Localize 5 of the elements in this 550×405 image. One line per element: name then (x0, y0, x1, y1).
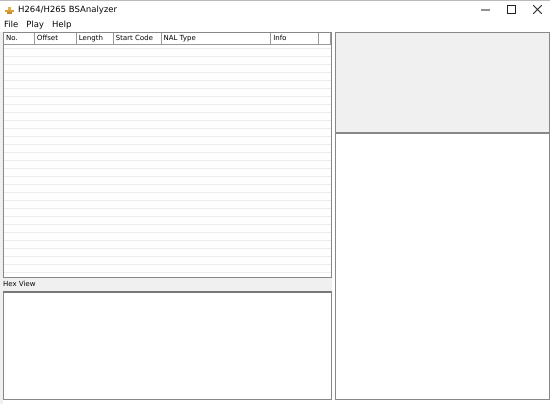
menu-item[interactable]: File (0, 20, 22, 30)
menu-item[interactable]: Play (22, 20, 48, 30)
window-title: H264/H265 BSAnalyzer (18, 4, 118, 14)
app-icon (5, 6, 14, 14)
menu-item[interactable]: Help (48, 20, 76, 30)
